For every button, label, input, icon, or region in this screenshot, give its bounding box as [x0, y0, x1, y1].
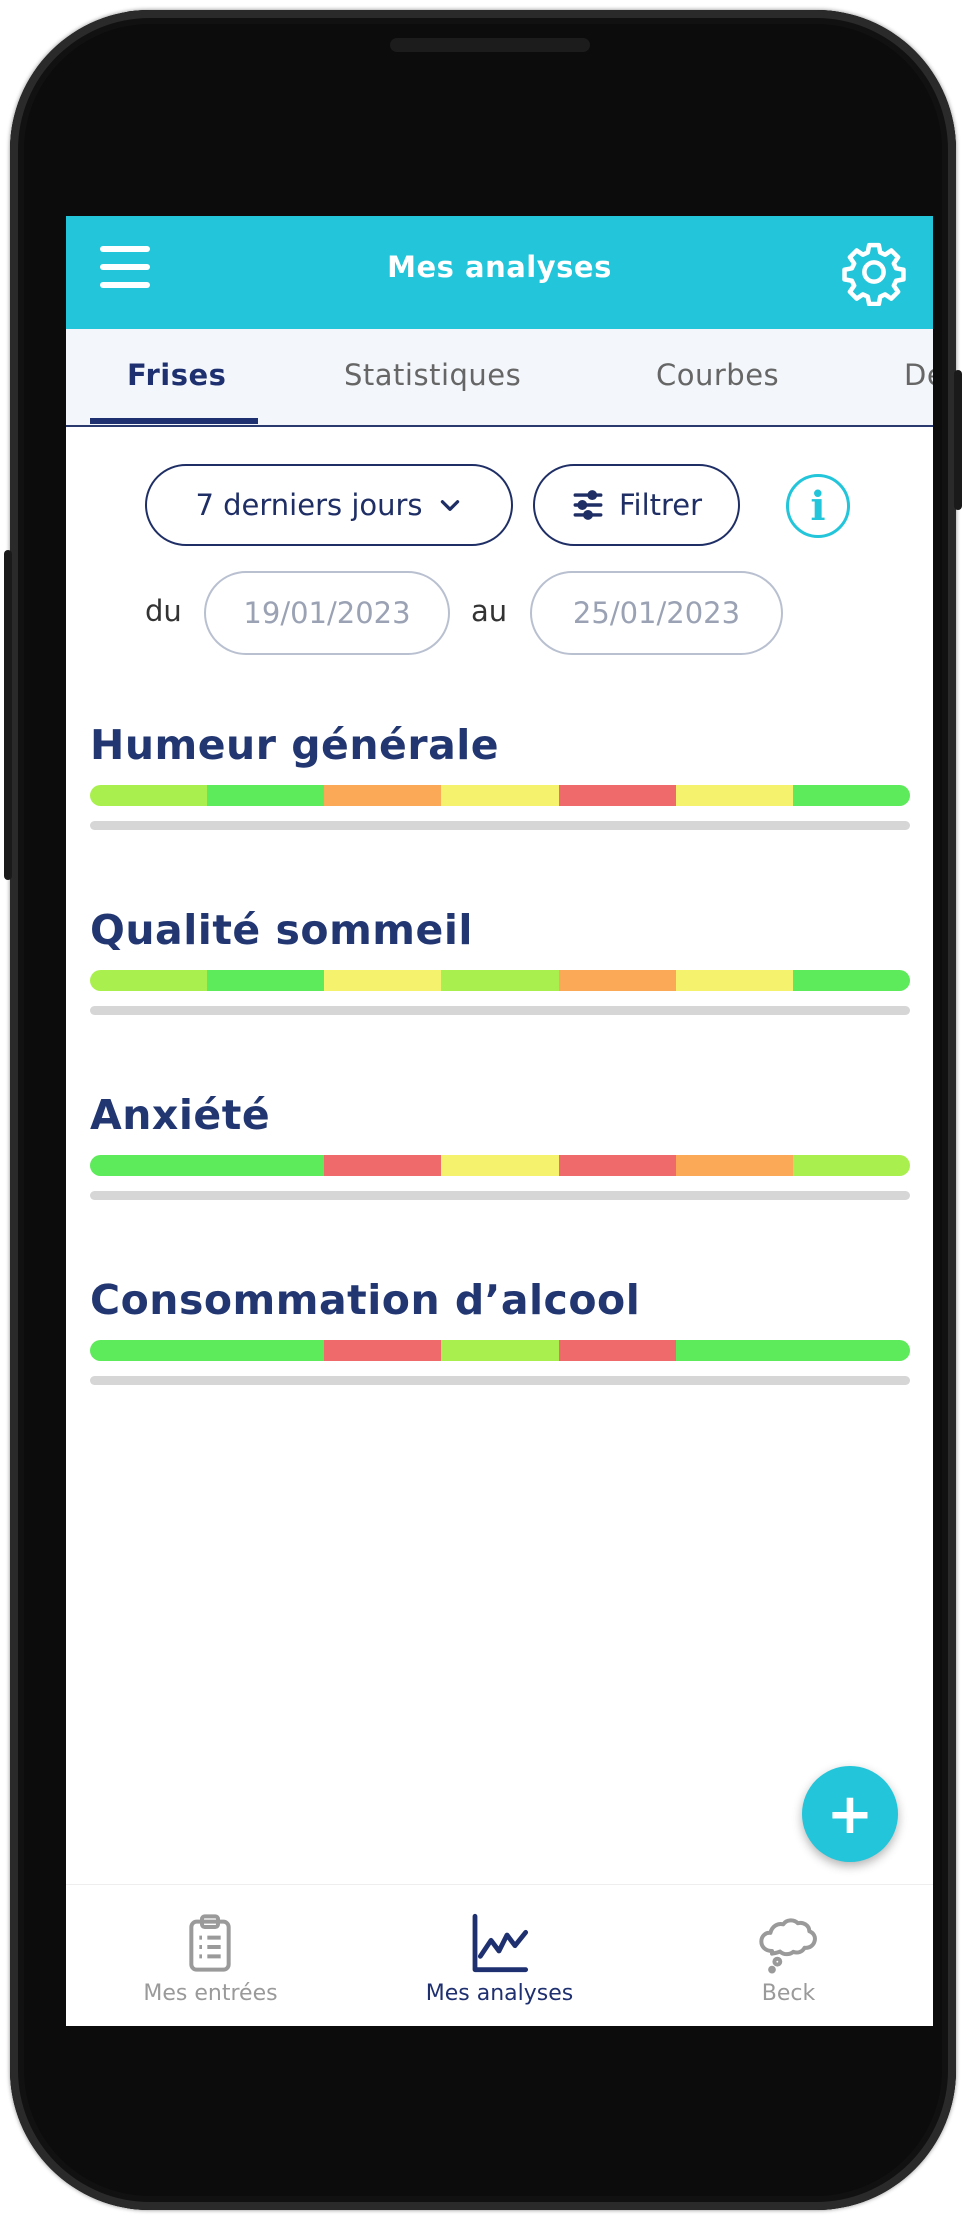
sliders-icon	[573, 490, 603, 520]
frise-day-segment	[324, 970, 442, 991]
frise-day-segment	[558, 1340, 676, 1361]
frise-day-segment	[441, 785, 559, 806]
chevron-down-icon	[440, 500, 459, 511]
frise-day-segment	[441, 970, 559, 991]
frise-title-anxiete: Anxiété	[90, 1091, 271, 1139]
frise-day-segment	[324, 1340, 442, 1361]
nav-item-mes-analyses[interactable]: Mes analyses	[355, 1885, 644, 2026]
side-button-left	[4, 550, 12, 880]
thought-cloud-icon	[759, 1918, 817, 1974]
nav-label-mes-entrees: Mes entrées	[143, 1981, 278, 2006]
frise-bar-humeur[interactable]	[90, 785, 910, 806]
frise-day-segment	[207, 785, 325, 806]
period-dropdown[interactable]: 7 derniers jours	[145, 464, 513, 546]
page-title: Mes analyses	[387, 250, 612, 284]
frise-day-segment	[207, 1340, 325, 1361]
plus-icon: +	[826, 1781, 874, 1847]
frise-title-alcool: Consommation d’alcool	[90, 1276, 641, 1324]
tab-active-indicator	[90, 418, 258, 424]
frise-day-segment	[558, 1155, 676, 1176]
tab-courbes[interactable]: Courbes	[656, 329, 779, 425]
frise-day-segment	[207, 970, 325, 991]
frise-day-segment	[90, 970, 208, 991]
frise-title-humeur: Humeur générale	[90, 721, 500, 769]
frise-day-segment	[558, 785, 676, 806]
nav-item-mes-entrees[interactable]: Mes entrées	[66, 1885, 355, 2026]
frise-day-segment	[792, 1340, 910, 1361]
earpiece-speaker	[390, 38, 590, 52]
frise-bar-alcool[interactable]	[90, 1340, 910, 1361]
frise-track-sommeil	[90, 1006, 910, 1015]
frise-day-segment	[441, 1340, 559, 1361]
date-from-label: du	[145, 594, 182, 628]
frise-day-segment	[675, 785, 793, 806]
add-entry-button[interactable]: +	[802, 1766, 898, 1862]
nav-item-beck[interactable]: Beck	[644, 1885, 933, 2026]
frise-day-segment	[675, 1155, 793, 1176]
filter-button-label: Filtrer	[618, 488, 703, 522]
gear-icon[interactable]	[840, 238, 908, 306]
frise-day-segment	[90, 1340, 208, 1361]
date-to-field[interactable]: 25/01/2023	[530, 571, 783, 655]
tab-overflow[interactable]: De	[904, 329, 933, 425]
app-bar: Mes analyses	[66, 216, 933, 329]
app-screen: Mes analyses Frises Statistiques Courbes…	[66, 216, 933, 2026]
frise-bar-anxiete[interactable]	[90, 1155, 910, 1176]
frise-day-segment	[207, 1155, 325, 1176]
date-from-field[interactable]: 19/01/2023	[204, 571, 450, 655]
side-button-right	[954, 370, 962, 510]
frise-track-anxiete	[90, 1191, 910, 1200]
frise-track-alcool	[90, 1376, 910, 1385]
frise-day-segment	[792, 1155, 910, 1176]
nav-label-beck: Beck	[761, 1981, 816, 2006]
frise-day-segment	[324, 1155, 442, 1176]
phone-frame: Mes analyses Frises Statistiques Courbes…	[4, 10, 962, 2210]
frise-day-segment	[792, 970, 910, 991]
frise-day-segment	[675, 970, 793, 991]
date-to-label: au	[471, 594, 508, 628]
frise-track-humeur	[90, 821, 910, 830]
frise-day-segment	[441, 1155, 559, 1176]
frise-day-segment	[792, 785, 910, 806]
frise-day-segment	[324, 785, 442, 806]
frise-bar-sommeil[interactable]	[90, 970, 910, 991]
nav-label-mes-analyses: Mes analyses	[425, 1981, 574, 2006]
frise-day-segment	[558, 970, 676, 991]
info-icon[interactable]: i	[786, 474, 850, 538]
frise-day-segment	[675, 1340, 793, 1361]
filter-button[interactable]: Filtrer	[533, 464, 740, 546]
line-chart-icon	[472, 1913, 529, 1973]
frise-day-segment	[90, 785, 208, 806]
clipboard-icon	[189, 1914, 231, 1972]
bottom-navigation: Mes entrées Mes analyses Beck	[66, 1884, 933, 2026]
tab-frises[interactable]: Frises	[127, 329, 226, 425]
period-dropdown-label: 7 derniers jours	[195, 488, 423, 522]
tab-statistiques[interactable]: Statistiques	[344, 329, 521, 425]
frise-title-sommeil: Qualité sommeil	[90, 906, 473, 954]
tab-bar: Frises Statistiques Courbes De	[66, 329, 933, 427]
frise-day-segment	[90, 1155, 208, 1176]
